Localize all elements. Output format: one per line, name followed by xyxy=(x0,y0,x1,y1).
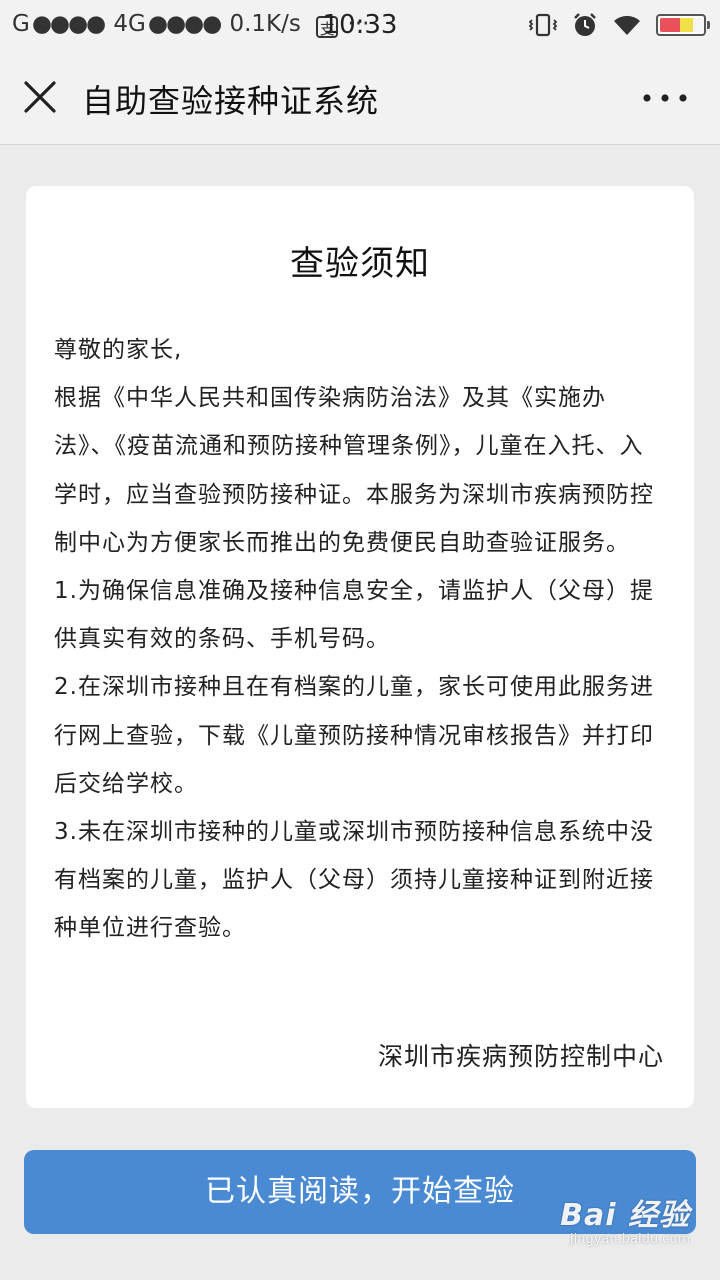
notice-content: 尊敬的家长, 根据《中华人民共和国传染病防治法》及其《实施办法》、《疫苗流通和预… xyxy=(54,326,666,953)
notification-more-icon: ··· xyxy=(347,11,370,37)
notice-signature: 深圳市疾病预防控制中心 xyxy=(377,1042,664,1071)
battery-icon xyxy=(656,14,710,36)
notice-item-1: 1.为确保信息准确及接种信息安全，请监护人（父母）提供真实有效的条码、手机号码。 xyxy=(54,578,654,653)
alarm-icon xyxy=(574,13,596,36)
network-type: 4G xyxy=(113,11,146,37)
more-icon[interactable] xyxy=(640,84,690,112)
carrier-label: G xyxy=(12,11,30,37)
vibrate-icon xyxy=(528,13,558,37)
notice-item-2: 2.在深圳市接种且在有档案的儿童，家长可使用此服务进行网上查验，下载《儿童预防接… xyxy=(54,674,654,797)
status-left: G●●●● 4G●●●● 0.1K/s 支 ··· xyxy=(12,11,371,38)
watermark-url: jingyan.baidu.com xyxy=(570,1232,690,1247)
page-title: 自助查验接种证系统 xyxy=(82,82,380,120)
wifi-icon xyxy=(614,15,640,35)
status-bar: G●●●● 4G●●●● 0.1K/s 支 ··· 10:33 xyxy=(0,0,720,50)
signal-strength-1: ●●●● xyxy=(31,11,106,37)
notice-title: 查验须知 xyxy=(290,244,430,284)
status-right xyxy=(528,12,710,38)
network-speed: 0.1K/s xyxy=(229,11,301,37)
alipay-icon: 支 xyxy=(316,16,339,38)
watermark: Bai 经验 jingyan.baidu.com xyxy=(560,1200,690,1248)
notice-paragraph-intro: 根据《中华人民共和国传染病防治法》及其《实施办法》、《疫苗流通和预防接种管理条例… xyxy=(54,385,654,556)
watermark-logo: Bai 经验 xyxy=(560,1198,690,1233)
notice-greeting: 尊敬的家长, xyxy=(54,337,183,363)
nav-bar: 自助查验接种证系统 xyxy=(0,50,720,145)
signal-strength-2: ●●●● xyxy=(147,11,222,37)
close-icon[interactable] xyxy=(20,77,60,117)
notice-item-3: 3.未在深圳市接种的儿童或深圳市预防接种信息系统中没有档案的儿童，监护人（父母）… xyxy=(54,819,654,942)
